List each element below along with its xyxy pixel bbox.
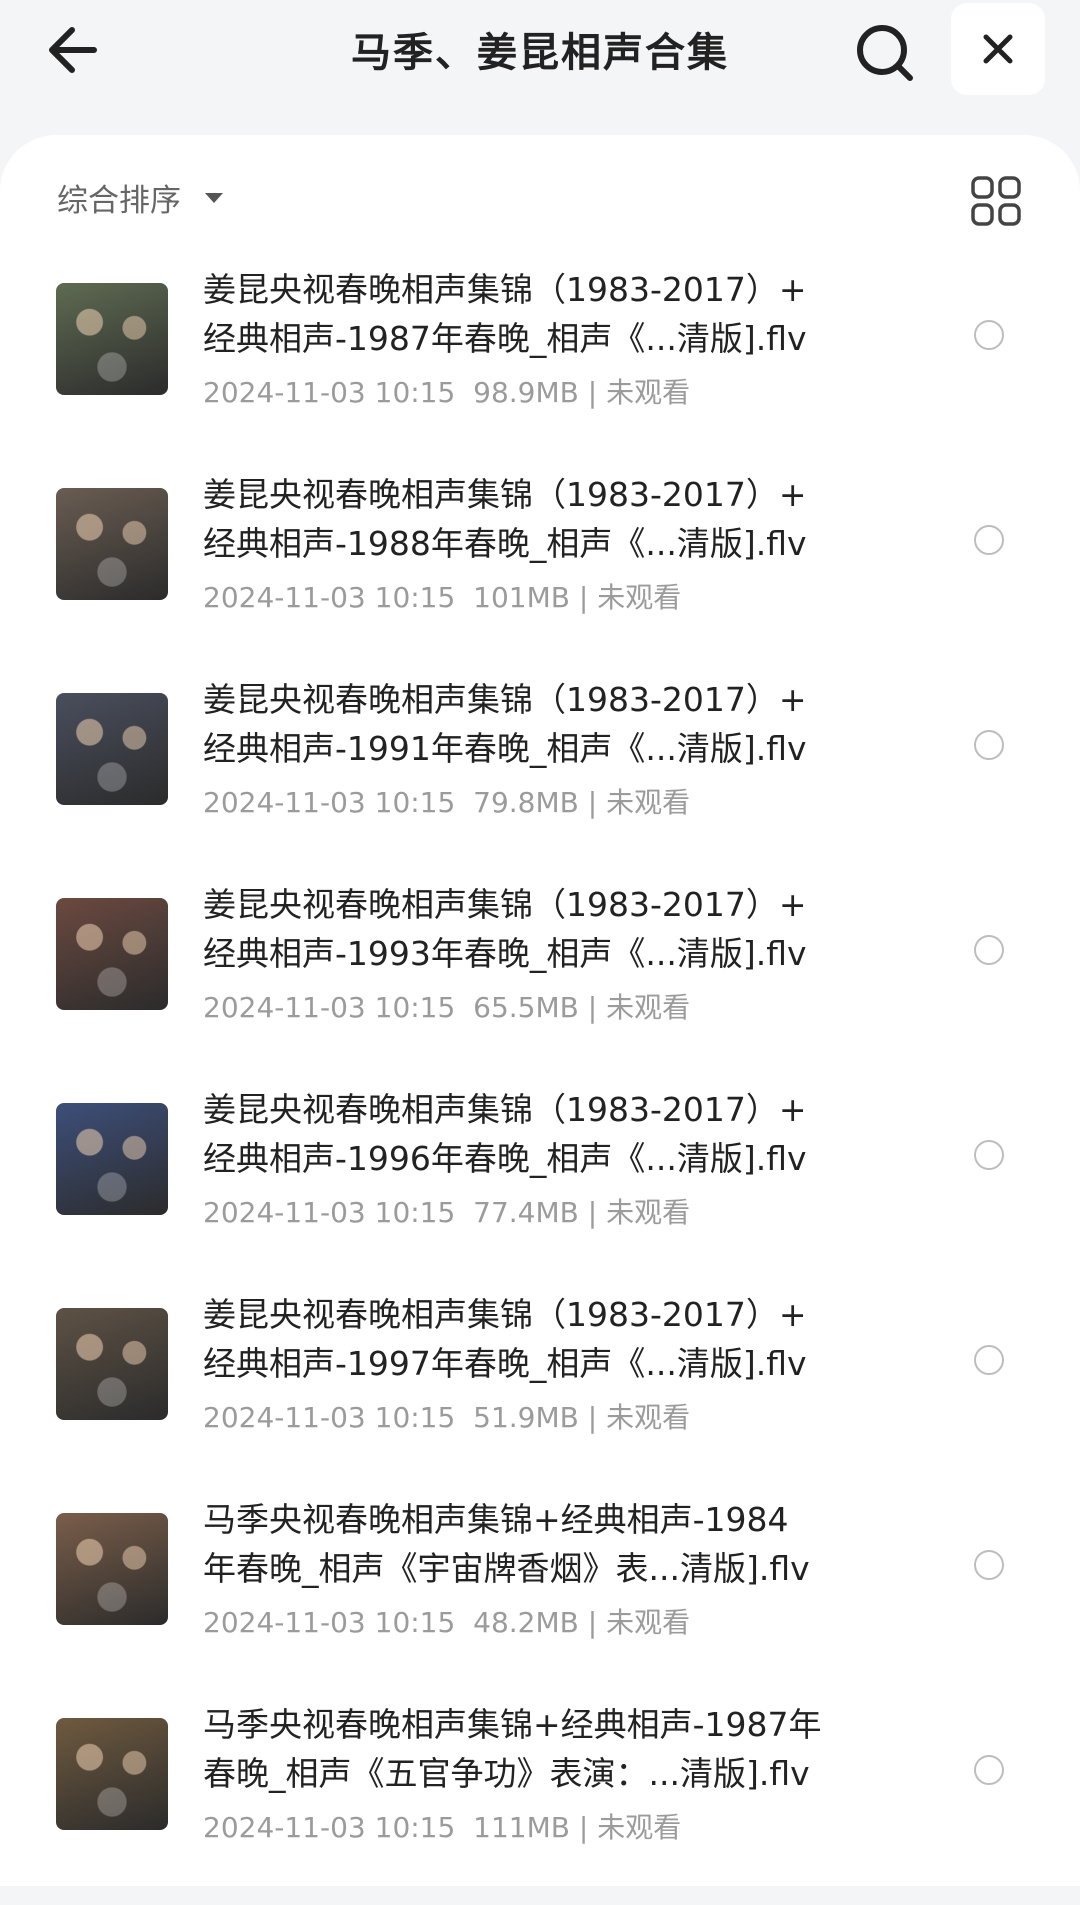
file-date: 2024-11-03 10:15 [203, 786, 456, 819]
video-thumbnail [56, 488, 168, 600]
list-item[interactable]: 姜昆央视春晚相声集锦（1983-2017）+ 经典相声-1997年春晚_相声《.… [0, 1290, 1080, 1495]
file-title: 马季央视春晚相声集锦+经典相声-1984 年春晚_相声《宇宙牌香烟》表...清版… [203, 1495, 903, 1593]
select-radio[interactable] [974, 525, 1004, 555]
file-title-line2: 经典相声-1993年春晚_相声《...清版].flv [203, 934, 807, 973]
file-size: 98.9MB [473, 376, 579, 409]
list-item[interactable]: 姜昆央视春晚相声集锦（1983-2017）+ 经典相声-1987年春晚_相声《.… [0, 265, 1080, 470]
file-size: 101MB [473, 581, 570, 614]
video-thumbnail [56, 1103, 168, 1215]
file-size: 111MB [473, 1811, 570, 1844]
video-thumbnail [56, 283, 168, 395]
file-title-line1: 姜昆央视春晚相声集锦（1983-2017）+ [203, 1295, 807, 1334]
list-toolbar: 综合排序 [0, 135, 1080, 265]
file-title: 姜昆央视春晚相声集锦（1983-2017）+ 经典相声-1987年春晚_相声《.… [203, 265, 903, 363]
video-thumbnail [56, 1308, 168, 1420]
file-title-line2: 经典相声-1997年春晚_相声《...清版].flv [203, 1344, 807, 1383]
sort-label: 综合排序 [57, 183, 181, 219]
file-size: 77.4MB [473, 1196, 579, 1229]
file-meta: 2024-11-03 10:15 48.2MB | 未观看 [203, 1606, 691, 1639]
sort-dropdown[interactable]: 综合排序 [57, 175, 223, 220]
file-title: 姜昆央视春晚相声集锦（1983-2017）+ 经典相声-1991年春晚_相声《.… [203, 675, 903, 773]
video-thumbnail [56, 1513, 168, 1625]
watch-status: 未观看 [606, 1196, 691, 1229]
watch-status: 未观看 [597, 581, 682, 614]
file-title-line2: 经典相声-1996年春晚_相声《...清版].flv [203, 1139, 807, 1178]
file-date: 2024-11-03 10:15 [203, 1811, 456, 1844]
file-title: 姜昆央视春晚相声集锦（1983-2017）+ 经典相声-1996年春晚_相声《.… [203, 1085, 903, 1183]
file-title-line1: 姜昆央视春晚相声集锦（1983-2017）+ [203, 680, 807, 719]
file-title-line2: 经典相声-1987年春晚_相声《...清版].flv [203, 319, 807, 358]
file-title: 姜昆央视春晚相声集锦（1983-2017）+ 经典相声-1993年春晚_相声《.… [203, 880, 903, 978]
list-item[interactable]: 姜昆央视春晚相声集锦（1983-2017）+ 经典相声-1991年春晚_相声《.… [0, 675, 1080, 880]
file-title-line2: 春晚_相声《五官争功》表演：...清版].flv [203, 1754, 810, 1793]
select-radio[interactable] [974, 1345, 1004, 1375]
video-thumbnail [56, 1718, 168, 1830]
file-meta: 2024-11-03 10:15 77.4MB | 未观看 [203, 1196, 691, 1229]
watch-status: 未观看 [597, 1811, 682, 1844]
file-size: 51.9MB [473, 1401, 579, 1434]
file-title-line1: 姜昆央视春晚相声集锦（1983-2017）+ [203, 270, 807, 309]
file-title-line2: 经典相声-1991年春晚_相声《...清版].flv [203, 729, 807, 768]
file-size: 79.8MB [473, 786, 579, 819]
file-meta: 2024-11-03 10:15 79.8MB | 未观看 [203, 786, 691, 819]
top-bar: 马季、姜昆相声合集 [0, 0, 1080, 135]
list-item[interactable]: 姜昆央视春晚相声集锦（1983-2017）+ 经典相声-1988年春晚_相声《.… [0, 470, 1080, 675]
select-radio[interactable] [974, 1755, 1004, 1785]
file-title-line1: 马季央视春晚相声集锦+经典相声-1984 [203, 1500, 789, 1539]
select-radio[interactable] [974, 730, 1004, 760]
list-item[interactable]: 马季央视春晚相声集锦+经典相声-1987年 春晚_相声《五官争功》表演：...清… [0, 1700, 1080, 1905]
list-item[interactable]: 姜昆央视春晚相声集锦（1983-2017）+ 经典相声-1993年春晚_相声《.… [0, 880, 1080, 1085]
file-date: 2024-11-03 10:15 [203, 1401, 456, 1434]
file-date: 2024-11-03 10:15 [203, 376, 456, 409]
list-item[interactable]: 马季央视春晚相声集锦+经典相声-1984 年春晚_相声《宇宙牌香烟》表...清版… [0, 1495, 1080, 1700]
file-date: 2024-11-03 10:15 [203, 1606, 456, 1639]
page-title: 马季、姜昆相声合集 [351, 30, 729, 76]
file-title-line1: 姜昆央视春晚相声集锦（1983-2017）+ [203, 475, 807, 514]
file-meta: 2024-11-03 10:15 51.9MB | 未观看 [203, 1401, 691, 1434]
watch-status: 未观看 [606, 786, 691, 819]
file-size: 65.5MB [473, 991, 579, 1024]
file-title-line1: 马季央视春晚相声集锦+经典相声-1987年 [203, 1705, 822, 1744]
file-size: 48.2MB [473, 1606, 579, 1639]
search-icon [857, 25, 913, 81]
select-radio[interactable] [974, 1140, 1004, 1170]
file-title-line2: 年春晚_相声《宇宙牌香烟》表...清版].flv [203, 1549, 810, 1588]
watch-status: 未观看 [606, 991, 691, 1024]
close-icon [983, 34, 1013, 64]
file-title: 姜昆央视春晚相声集锦（1983-2017）+ 经典相声-1988年春晚_相声《.… [203, 470, 903, 568]
file-title: 马季央视春晚相声集锦+经典相声-1987年 春晚_相声《五官争功》表演：...清… [203, 1700, 903, 1798]
file-title-line1: 姜昆央视春晚相声集锦（1983-2017）+ [203, 885, 807, 924]
select-radio[interactable] [974, 320, 1004, 350]
video-thumbnail [56, 693, 168, 805]
file-date: 2024-11-03 10:15 [203, 1196, 456, 1229]
file-date: 2024-11-03 10:15 [203, 581, 456, 614]
file-list: 姜昆央视春晚相声集锦（1983-2017）+ 经典相声-1987年春晚_相声《.… [0, 265, 1080, 1905]
select-radio[interactable] [974, 935, 1004, 965]
watch-status: 未观看 [606, 376, 691, 409]
file-title-line1: 姜昆央视春晚相声集锦（1983-2017）+ [203, 1090, 807, 1129]
watch-status: 未观看 [606, 1401, 691, 1434]
close-button[interactable] [951, 3, 1045, 95]
watch-status: 未观看 [606, 1606, 691, 1639]
grid-view-icon [971, 176, 1021, 226]
file-date: 2024-11-03 10:15 [203, 991, 456, 1024]
file-meta: 2024-11-03 10:15 101MB | 未观看 [203, 581, 682, 614]
file-meta: 2024-11-03 10:15 111MB | 未观看 [203, 1811, 682, 1844]
search-button[interactable] [852, 20, 916, 84]
file-list-panel: 综合排序 姜昆央视春晚相声集锦（1983-2017）+ 经典相声-1987年春晚… [0, 135, 1080, 1886]
caret-down-icon [205, 192, 223, 203]
grid-view-button[interactable] [970, 175, 1022, 227]
file-title-line2: 经典相声-1988年春晚_相声《...清版].flv [203, 524, 807, 563]
file-title: 姜昆央视春晚相声集锦（1983-2017）+ 经典相声-1997年春晚_相声《.… [203, 1290, 903, 1388]
video-thumbnail [56, 898, 168, 1010]
list-item[interactable]: 姜昆央视春晚相声集锦（1983-2017）+ 经典相声-1996年春晚_相声《.… [0, 1085, 1080, 1290]
file-meta: 2024-11-03 10:15 98.9MB | 未观看 [203, 376, 691, 409]
select-radio[interactable] [974, 1550, 1004, 1580]
file-meta: 2024-11-03 10:15 65.5MB | 未观看 [203, 991, 691, 1024]
